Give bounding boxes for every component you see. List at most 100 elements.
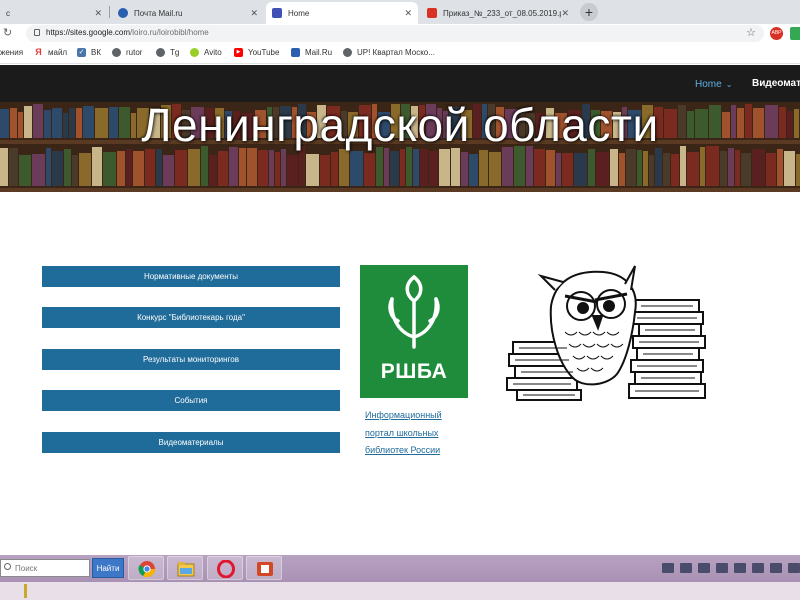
bookmark-item[interactable]: Я майл — [34, 47, 68, 58]
book-spine — [546, 150, 555, 186]
book-spine — [52, 151, 63, 186]
browser-tab-active[interactable]: Home ✕ — [266, 2, 418, 24]
tray-icon[interactable] — [680, 563, 692, 573]
youtube-icon: ▶ — [234, 48, 243, 57]
book-spine — [320, 155, 330, 186]
menu-button-videos[interactable]: Видеоматериалы — [42, 432, 340, 453]
bookmark-item[interactable]: rutor — [112, 48, 142, 57]
menu-button-normative-docs[interactable]: Нормативные документы — [42, 266, 340, 287]
header-banner: Ленинградской области — [0, 102, 800, 192]
globe-icon — [156, 48, 165, 57]
tray-icon[interactable] — [770, 563, 782, 573]
book-spine — [461, 152, 468, 186]
book-spine — [752, 149, 765, 186]
url-text[interactable]: https://sites.google.com/loiro.ru/loirob… — [46, 28, 209, 37]
bookmark-label: майл — [48, 48, 68, 57]
portal-link-line-2[interactable]: портал школьных — [365, 428, 438, 438]
taskbar-lower-strip — [0, 582, 800, 600]
tulip-emblem-icon — [388, 274, 440, 349]
book-spine — [229, 147, 238, 186]
chevron-down-icon[interactable]: ⌄ — [726, 80, 733, 89]
tray-icon[interactable] — [752, 563, 764, 573]
rshba-logo[interactable]: РШБА — [360, 265, 468, 398]
bookmark-item[interactable]: Tg — [156, 48, 179, 57]
adblock-extension-icon[interactable]: ABP — [770, 27, 783, 40]
url-host: https://sites.google.com — [46, 28, 131, 37]
bookmark-label: Mail.Ru — [305, 48, 333, 57]
extension-icon[interactable] — [790, 27, 800, 40]
book-spine — [784, 151, 795, 186]
site-navigation-bar: Home ⌄ Видеомат — [0, 65, 800, 102]
browser-tab[interactable]: c ✕ — [0, 2, 108, 24]
book-spine — [299, 146, 305, 186]
menu-button-monitoring-results[interactable]: Результаты мониторингов — [42, 349, 340, 370]
taskbar-search-button[interactable]: Найти — [92, 558, 124, 578]
taskbar-app-opera[interactable] — [207, 556, 243, 580]
yandex-icon: Я — [35, 47, 42, 57]
menu-button-librarian-contest[interactable]: Конкурс "Библиотекарь года" — [42, 307, 340, 328]
close-tab-icon[interactable]: ✕ — [561, 8, 569, 19]
book-spine — [287, 155, 298, 186]
menu-button-events[interactable]: События — [42, 390, 340, 411]
bookmark-label: YouTube — [248, 48, 280, 57]
avito-icon — [190, 48, 199, 57]
book-spine — [637, 150, 642, 186]
book-spine — [420, 149, 428, 186]
portal-link-line-1[interactable]: Информационный — [365, 410, 442, 420]
taskbar-app-explorer[interactable] — [167, 556, 203, 580]
bookmark-item[interactable]: Mail.Ru — [291, 48, 332, 57]
book-spine — [796, 154, 800, 186]
address-bar[interactable]: https://sites.google.com/loiro.ru/loirob… — [26, 25, 764, 42]
globe-icon — [343, 48, 352, 57]
taskbar-search-input[interactable] — [15, 562, 85, 574]
book-spine — [596, 152, 609, 186]
tab-separator — [109, 6, 110, 18]
book-spine — [117, 151, 125, 186]
taskbar-app-presentation[interactable] — [246, 556, 282, 580]
close-tab-icon[interactable]: ✕ — [94, 8, 102, 19]
taskbar-search[interactable] — [0, 559, 90, 577]
book-spine — [103, 152, 116, 186]
close-tab-icon[interactable]: ✕ — [404, 8, 412, 19]
browser-tab[interactable]: Почта Mail.ru ✕ — [112, 2, 264, 24]
book-spine — [306, 154, 319, 186]
address-bar-row: ↻ https://sites.google.com/loiro.ru/loir… — [0, 24, 800, 44]
tab-title: Почта Mail.ru — [134, 8, 183, 18]
tray-icon[interactable] — [716, 563, 728, 573]
close-tab-icon[interactable]: ✕ — [250, 8, 258, 19]
file-explorer-icon — [177, 562, 195, 577]
book-spine — [258, 150, 268, 186]
book-spine — [700, 147, 705, 186]
bookmark-item[interactable]: ▶ YouTube — [234, 48, 279, 57]
tray-icon[interactable] — [698, 563, 710, 573]
book-spine — [364, 153, 375, 186]
book-spine — [400, 149, 405, 186]
bookmark-star-icon[interactable]: ☆ — [746, 26, 756, 39]
taskbar-app-chrome[interactable] — [128, 556, 164, 580]
reload-icon[interactable]: ↻ — [3, 26, 12, 39]
book-spine — [390, 151, 399, 186]
nav-video-link[interactable]: Видеомат — [752, 78, 800, 89]
nav-home-link[interactable]: Home ⌄ — [695, 79, 732, 90]
bookmark-item[interactable]: UP! Квартал Моско... — [343, 48, 435, 57]
new-tab-button[interactable]: + — [580, 3, 598, 21]
tray-icon[interactable] — [662, 563, 674, 573]
book-spine — [126, 149, 132, 186]
book-spine — [339, 149, 349, 186]
tray-icon[interactable] — [788, 563, 800, 573]
lock-icon[interactable] — [34, 29, 40, 36]
book-spine — [281, 149, 286, 186]
book-spine — [209, 155, 217, 186]
book-spine — [0, 148, 8, 186]
book-spine — [526, 146, 533, 186]
browser-tab[interactable]: Приказ_№_233_от_08.05.2019.p ✕ — [421, 2, 575, 24]
bookmark-item[interactable]: жения — [0, 48, 23, 57]
book-spine — [413, 149, 419, 186]
book-spine — [562, 153, 573, 186]
portal-link-line-3[interactable]: библиотек России — [365, 445, 440, 455]
system-tray — [662, 560, 800, 576]
tray-icon[interactable] — [734, 563, 746, 573]
bookmark-item[interactable]: Avito — [190, 48, 222, 57]
bookmark-item[interactable]: ✓ ВК — [77, 48, 101, 57]
book-spine — [429, 151, 438, 186]
